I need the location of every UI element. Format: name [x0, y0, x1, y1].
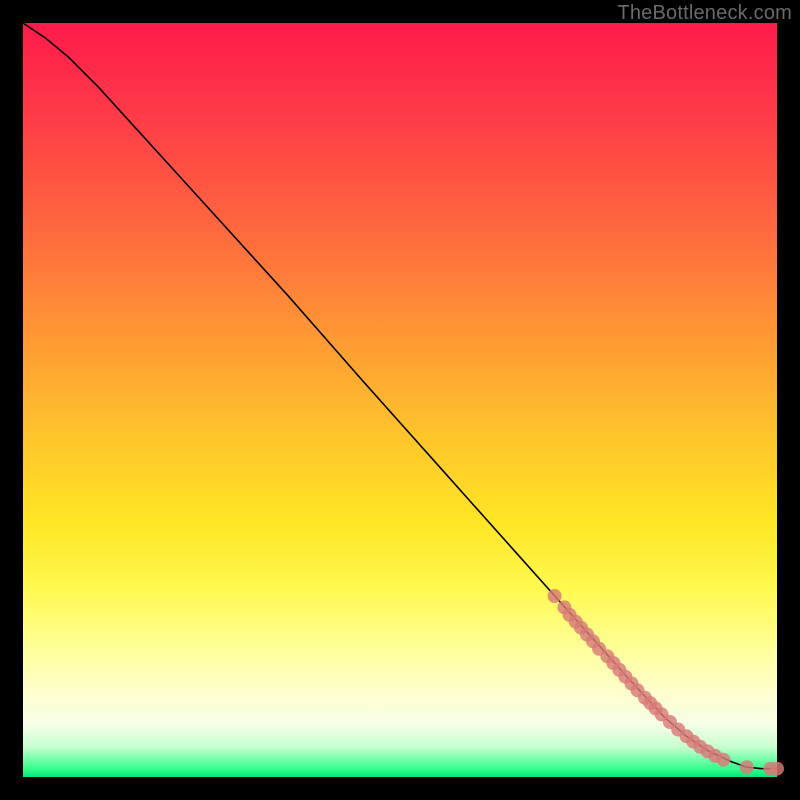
- data-point: [717, 753, 731, 767]
- watermark-text: TheBottleneck.com: [617, 2, 792, 25]
- bottleneck-curve: [23, 23, 777, 769]
- chart-plot-area: [23, 23, 777, 777]
- chart-frame: TheBottleneck.com: [0, 0, 800, 800]
- scatter-dots: [548, 589, 784, 776]
- chart-svg: [23, 23, 777, 777]
- data-point: [548, 589, 562, 603]
- data-point: [770, 762, 784, 776]
- data-point: [740, 760, 754, 774]
